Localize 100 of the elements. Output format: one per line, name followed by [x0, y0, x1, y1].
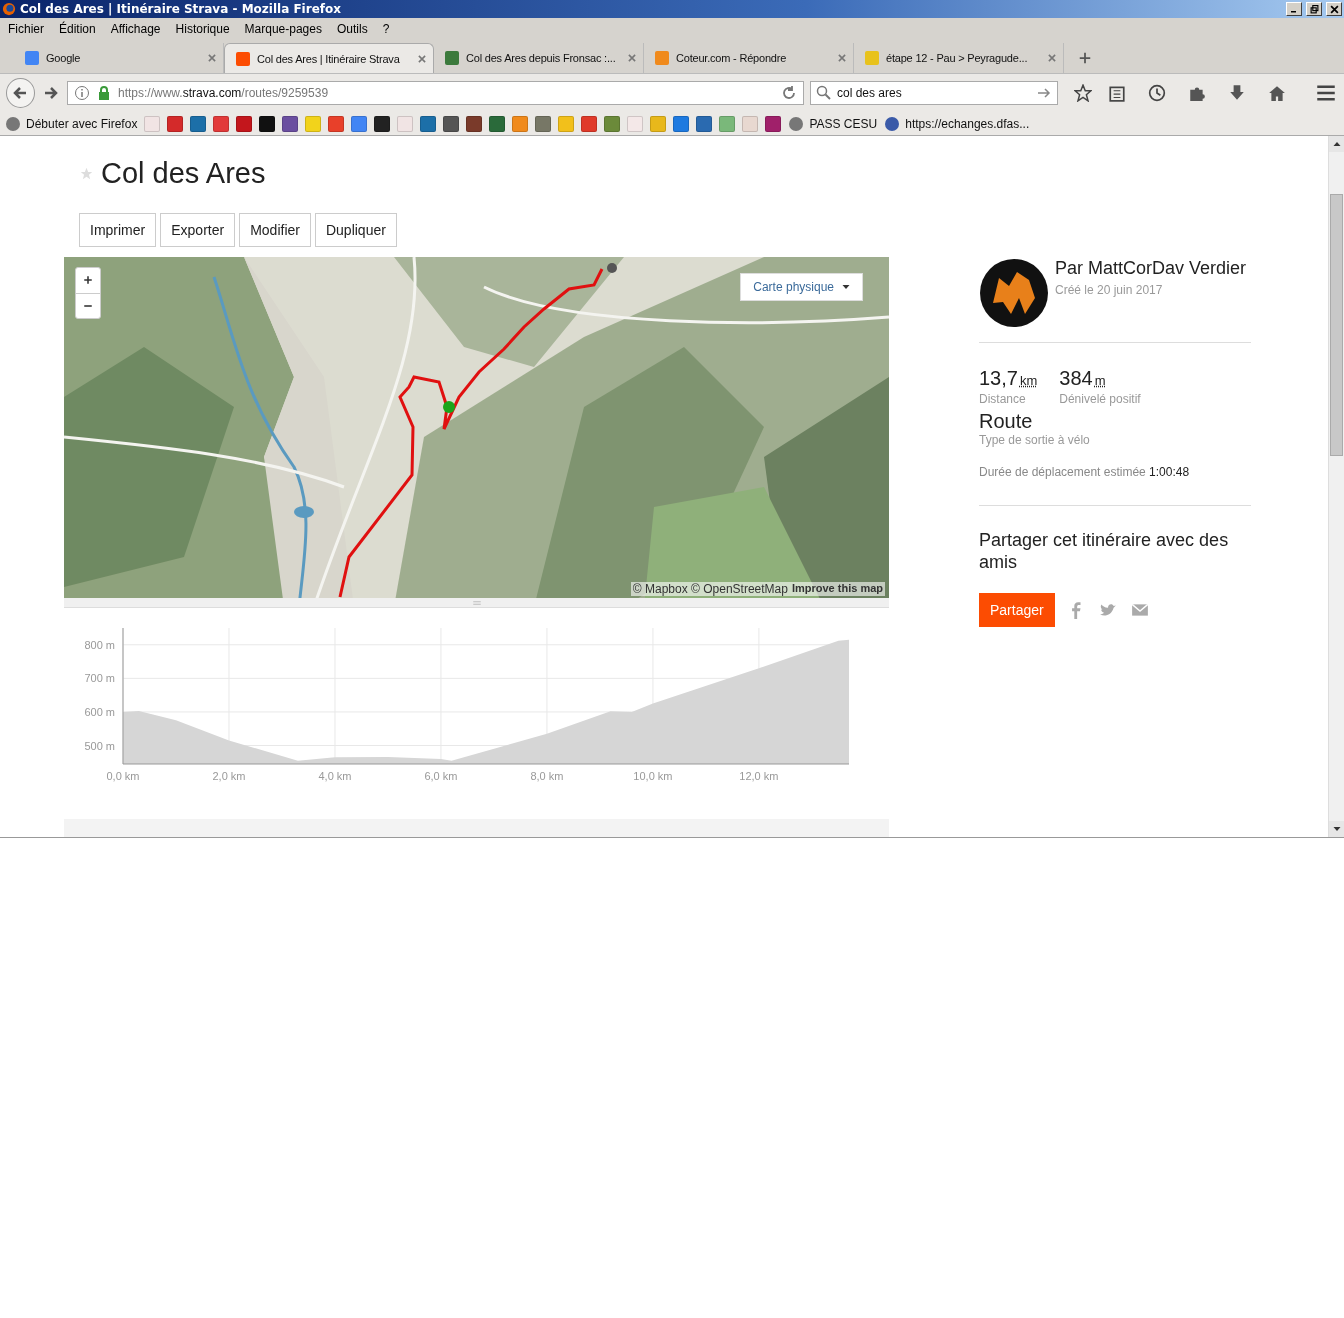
favicon-icon — [654, 50, 670, 66]
close-button[interactable] — [1326, 2, 1342, 16]
axis-label: 500 m — [84, 739, 115, 752]
axis-label: 6,0 km — [424, 770, 458, 783]
menu-icon — [1316, 83, 1336, 103]
close-icon — [1329, 4, 1339, 14]
close-icon — [837, 53, 847, 63]
browser-tab[interactable]: étape 12 - Pau > Peyragude... — [854, 43, 1064, 73]
map-attribution: © Mapbox © OpenStreetMap — [632, 582, 788, 597]
globe-icon — [884, 115, 901, 132]
bookmark-icon[interactable] — [765, 115, 782, 132]
menu-item[interactable]: ? — [382, 22, 390, 36]
browser-tab[interactable]: Coteur.com - Répondre — [644, 43, 854, 73]
bookmark-icon[interactable] — [236, 115, 253, 132]
caret-icon — [842, 282, 850, 291]
forward-arrow-icon — [42, 85, 59, 101]
back-button[interactable] — [6, 78, 35, 108]
axis-label: 0,0 km — [106, 770, 140, 783]
close-icon — [417, 53, 427, 64]
history-button[interactable] — [1146, 82, 1168, 104]
page-title: Col des Ares — [101, 156, 266, 190]
menu-item[interactable]: Historique — [175, 22, 230, 36]
action-button[interactable]: Imprimer — [79, 212, 157, 247]
close-icon — [627, 53, 637, 63]
avatar — [979, 258, 1049, 328]
axis-label: 4,0 km — [318, 770, 352, 783]
bookmark-icon[interactable] — [259, 115, 276, 132]
menu-item[interactable]: Édition — [59, 22, 96, 36]
bookmark-link[interactable]: PASS CESU — [788, 115, 878, 132]
browser-tab[interactable]: Google — [14, 43, 224, 73]
bookmark-icon[interactable] — [466, 115, 483, 132]
favicon-icon — [864, 50, 880, 66]
bookmark-link[interactable]: https://echanges.dfas... — [884, 115, 1030, 132]
axis-label: 700 m — [84, 672, 115, 685]
axis-label: 600 m — [84, 706, 115, 719]
stat-value: 13,7 km — [979, 367, 1038, 390]
tab-close-button[interactable] — [1047, 53, 1057, 63]
bookmark-icon[interactable] — [374, 115, 391, 132]
back-arrow-icon — [12, 85, 29, 101]
window-title: Col des Ares | Itinéraire Strava - Mozilla Firefox — [20, 2, 342, 16]
menu-item[interactable]: Fichier — [8, 22, 44, 36]
action-button[interactable]: Dupliquer — [314, 212, 397, 247]
bookmark-icon[interactable] — [489, 115, 506, 132]
stat-label: Dénivelé positif — [1059, 392, 1141, 406]
info-icon — [73, 85, 90, 101]
search-field[interactable]: col des ares — [810, 81, 1058, 105]
bookmark-star-button[interactable] — [1072, 82, 1094, 104]
star-icon — [80, 166, 93, 180]
minimize-button[interactable] — [1286, 2, 1302, 16]
menu-item[interactable]: Affichage — [110, 22, 161, 36]
tab-close-button[interactable] — [627, 53, 637, 63]
reload-icon — [781, 85, 797, 101]
menu-item[interactable]: Outils — [336, 22, 368, 36]
favicon-icon — [24, 50, 40, 66]
estimated-duration: Durée de déplacement estimée 1:00:48 — [979, 465, 1251, 506]
bookmark-link[interactable]: Débuter avec Firefox — [5, 115, 138, 132]
close-icon — [1047, 53, 1057, 63]
clock-icon — [1148, 84, 1166, 102]
tab-close-button[interactable] — [207, 53, 217, 63]
firefox-icon — [2, 2, 16, 16]
axis-label: 10,0 km — [633, 770, 673, 783]
created-date: Créé le 20 juin 2017 — [1055, 283, 1164, 297]
home-icon — [1268, 84, 1286, 102]
up-arrow-icon — [1332, 140, 1341, 148]
star-icon — [1074, 84, 1092, 102]
stat-label: Distance — [979, 392, 1027, 406]
axis-label: 12,0 km — [739, 770, 779, 783]
browser-tab[interactable]: Col des Ares depuis Fronsac :... — [434, 43, 644, 73]
scrollbar[interactable] — [1328, 136, 1344, 837]
author-name[interactable]: Par MattCorDav Verdier — [1055, 258, 1247, 279]
stat-value: 384 m — [1059, 367, 1107, 390]
tab-close-button[interactable] — [837, 53, 847, 63]
restore-icon — [1309, 4, 1319, 14]
address-field[interactable]: https://www.strava.com/routes/9259539 — [66, 81, 804, 105]
menu-item[interactable]: Marque-pages — [244, 22, 322, 36]
globe-icon — [5, 115, 21, 132]
ride-type: Route — [979, 410, 1034, 433]
bookmark-icon[interactable] — [443, 115, 460, 132]
axis-label: 8,0 km — [530, 770, 564, 783]
favicon-icon — [444, 50, 460, 66]
action-button[interactable]: Exporter — [160, 212, 236, 247]
globe-icon — [788, 115, 805, 132]
ride-type-label: Type de sortie à vélo — [979, 433, 1091, 447]
plus-icon — [1078, 51, 1092, 65]
improve-map-link[interactable]: Improve this map — [791, 582, 883, 597]
bookmark-icon[interactable] — [282, 115, 299, 132]
close-icon — [207, 53, 217, 63]
action-button[interactable]: Modifier — [239, 212, 311, 247]
tab-close-button[interactable] — [417, 53, 427, 64]
download-icon — [1228, 84, 1246, 102]
resize-handle[interactable] — [64, 598, 889, 609]
axis-label: 2,0 km — [212, 770, 246, 783]
restore-button[interactable] — [1306, 2, 1322, 16]
axis-label: 800 m — [84, 639, 115, 652]
favicon-icon — [235, 50, 251, 67]
share-heading: Partager cet itinéraire avec des amis — [979, 530, 1230, 574]
plus-icon — [83, 275, 93, 286]
browser-tab[interactable]: Col des Ares | Itinéraire Strava — [224, 43, 434, 73]
down-arrow-icon — [1332, 825, 1341, 833]
map-style-dropdown[interactable]: Carte physique — [740, 272, 863, 301]
